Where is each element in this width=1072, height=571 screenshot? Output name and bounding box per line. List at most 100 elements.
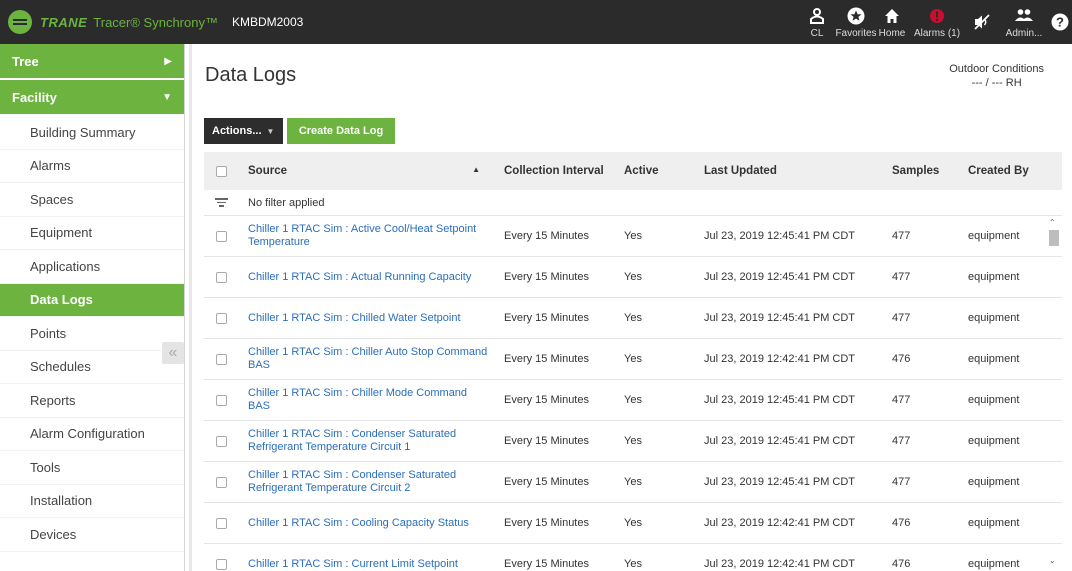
scroll-down-icon[interactable]: ⌄ [1049, 556, 1056, 565]
sort-ascending-icon: ▲ [472, 165, 480, 174]
row-checkbox[interactable] [215, 312, 227, 324]
table-row[interactable]: Chiller 1 RTAC Sim : Chilled Water Setpo… [204, 298, 1062, 339]
sidebar-item-equipment[interactable]: Equipment [0, 217, 184, 250]
cell-samples: 477 [892, 435, 911, 447]
cell-samples: 476 [892, 558, 911, 570]
column-header-last-updated[interactable]: Last Updated [696, 165, 882, 177]
sidebar: Tree ▶ Facility ▼ Building Summary Alarm… [0, 44, 185, 571]
cell-last-updated: Jul 23, 2019 12:45:41 PM CDT [704, 476, 856, 488]
table-row[interactable]: Chiller 1 RTAC Sim : Cooling Capacity St… [204, 503, 1062, 544]
source-link[interactable]: Chiller 1 RTAC Sim : Chiller Mode Comman… [248, 387, 467, 412]
source-link[interactable]: Chiller 1 RTAC Sim : Cooling Capacity St… [248, 517, 469, 529]
sidebar-item-spaces[interactable]: Spaces [0, 183, 184, 217]
outdoor-conditions-value: --- / --- RH [971, 77, 1022, 89]
row-checkbox[interactable] [215, 558, 227, 570]
cell-interval: Every 15 Minutes [504, 394, 589, 406]
nav-favorites[interactable]: Favorites [835, 0, 877, 44]
source-link[interactable]: Chiller 1 RTAC Sim : Actual Running Capa… [248, 271, 471, 283]
nav-mute[interactable] [972, 0, 992, 44]
table-row[interactable]: Chiller 1 RTAC Sim : Current Limit Setpo… [204, 544, 1062, 571]
nav-user-label: CL [810, 28, 824, 39]
source-link[interactable]: Chiller 1 RTAC Sim : Condenser Saturated… [248, 469, 456, 494]
sidebar-item-installation[interactable]: Installation [0, 485, 184, 518]
scrollbar-thumb[interactable] [1049, 230, 1059, 246]
cell-samples: 476 [892, 353, 911, 365]
cell-active: Yes [624, 312, 642, 324]
caret-right-icon: ▶ [164, 55, 172, 67]
sidebar-splitter[interactable] [189, 44, 192, 571]
sidebar-item-applications[interactable]: Applications [0, 250, 184, 284]
sidebar-item-alarms[interactable]: Alarms [0, 150, 184, 183]
nav-admin[interactable]: Admin... [1006, 0, 1042, 44]
source-link[interactable]: Chiller 1 RTAC Sim : Chilled Water Setpo… [248, 312, 461, 324]
source-link[interactable]: Chiller 1 RTAC Sim : Condenser Saturated… [248, 428, 456, 453]
row-checkbox[interactable] [215, 435, 227, 447]
sidebar-item-devices[interactable]: Devices [0, 518, 184, 552]
column-header-source[interactable]: Source ▲ [238, 165, 496, 177]
cell-interval: Every 15 Minutes [504, 517, 589, 529]
row-checkbox[interactable] [215, 517, 227, 529]
nav-home[interactable]: Home [878, 0, 906, 44]
row-checkbox[interactable] [215, 394, 227, 406]
cell-created-by: equipment [968, 312, 1020, 324]
row-checkbox[interactable] [215, 476, 227, 488]
nav-help[interactable]: ? [1050, 0, 1070, 44]
column-header-interval[interactable]: Collection Interval [496, 165, 616, 177]
filter-icon[interactable] [214, 196, 228, 209]
row-checkbox[interactable] [215, 271, 227, 283]
sidebar-item-tools[interactable]: Tools [0, 451, 184, 485]
table-row[interactable]: Chiller 1 RTAC Sim : Actual Running Capa… [204, 257, 1062, 298]
cell-interval: Every 15 Minutes [504, 230, 589, 242]
nav-favorites-label: Favorites [835, 28, 877, 39]
cell-interval: Every 15 Minutes [504, 476, 589, 488]
column-header-created-by[interactable]: Created By [962, 165, 1052, 177]
table-row[interactable]: Chiller 1 RTAC Sim : Condenser Saturated… [204, 421, 1062, 462]
scroll-up-icon[interactable]: ⌃ [1049, 218, 1056, 227]
table-row[interactable]: Chiller 1 RTAC Sim : Condenser Saturated… [204, 462, 1062, 503]
sidebar-item-reports[interactable]: Reports [0, 384, 184, 418]
select-all-checkbox[interactable] [215, 165, 227, 177]
collapse-sidebar-icon[interactable]: « [162, 342, 184, 364]
nav-alarms-label: Alarms (1) [913, 28, 961, 39]
sidebar-tree-header[interactable]: Tree ▶ [0, 44, 184, 80]
actions-button[interactable]: Actions... ▼ [204, 118, 283, 144]
sidebar-facility-label: Facility [12, 89, 57, 105]
cell-created-by: equipment [968, 271, 1020, 283]
column-header-samples[interactable]: Samples [882, 165, 962, 177]
sidebar-item-points[interactable]: Points [0, 317, 184, 351]
source-link[interactable]: Chiller 1 RTAC Sim : Current Limit Setpo… [248, 558, 458, 570]
sidebar-item-label: Alarm Configuration [30, 426, 145, 442]
sidebar-item-building-summary[interactable]: Building Summary [0, 116, 184, 150]
nav-user[interactable]: CL [806, 0, 828, 44]
row-checkbox[interactable] [215, 230, 227, 242]
source-link[interactable]: Chiller 1 RTAC Sim : Chiller Auto Stop C… [248, 346, 487, 371]
sidebar-item-data-logs[interactable]: Data Logs [0, 283, 184, 317]
create-data-log-button[interactable]: Create Data Log [287, 118, 395, 144]
top-bar: TRANE Tracer® Synchrony™ KMBDM2003 CL Fa… [0, 0, 1072, 44]
cell-interval: Every 15 Minutes [504, 271, 589, 283]
table-row[interactable]: Chiller 1 RTAC Sim : Active Cool/Heat Se… [204, 216, 1062, 257]
cell-samples: 476 [892, 517, 911, 529]
nav-alarms[interactable]: Alarms (1) [912, 0, 962, 44]
trane-logo-icon [8, 10, 32, 34]
sidebar-item-schedules[interactable]: Schedules [0, 351, 184, 384]
cell-samples: 477 [892, 312, 911, 324]
sidebar-item-label: Equipment [30, 225, 93, 241]
actions-label: Actions... [212, 125, 262, 137]
sidebar-item-alarm-configuration[interactable]: Alarm Configuration [0, 418, 184, 451]
cell-last-updated: Jul 23, 2019 12:45:41 PM CDT [704, 230, 856, 242]
table-row[interactable]: Chiller 1 RTAC Sim : Chiller Auto Stop C… [204, 339, 1062, 380]
table-scrollbar[interactable]: ⌃ ⌄ [1048, 216, 1062, 571]
source-link[interactable]: Chiller 1 RTAC Sim : Active Cool/Heat Se… [248, 223, 476, 248]
brand[interactable]: TRANE Tracer® Synchrony™ KMBDM2003 [8, 0, 303, 44]
nav-admin-label: Admin... [1005, 28, 1043, 39]
table-row[interactable]: Chiller 1 RTAC Sim : Chiller Mode Comman… [204, 380, 1062, 421]
cell-samples: 477 [892, 476, 911, 488]
column-header-active[interactable]: Active [616, 165, 696, 177]
cell-samples: 477 [892, 230, 911, 242]
cell-created-by: equipment [968, 517, 1020, 529]
row-checkbox[interactable] [215, 353, 227, 365]
page-title: Data Logs [205, 64, 297, 86]
sidebar-facility-header[interactable]: Facility ▼ [0, 80, 184, 116]
cell-active: Yes [624, 271, 642, 283]
